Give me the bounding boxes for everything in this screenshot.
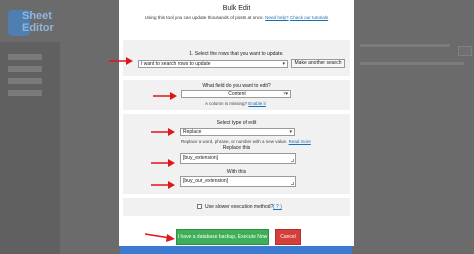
slower-method-help-link[interactable]: ( ? ) [273,204,282,210]
annotation-arrow-head [126,57,133,65]
edit-type-label: Select type of edit [216,120,257,126]
resize-grip-icon[interactable] [291,159,294,162]
annotation-arrow-shaft [144,233,171,239]
slower-method-checkbox[interactable] [197,204,202,209]
annotation-arrow-head [168,181,175,189]
tutorials-link[interactable]: Check our tutorials [290,15,328,20]
cancel-button[interactable]: Cancel [275,229,301,245]
annotation-arrow-head [170,92,177,100]
rows-section: 1. Select the rows that you want to upda… [123,40,350,76]
field-select[interactable]: Content ▾ [181,90,291,98]
slower-method-label: Use slower execution method? [205,204,274,210]
background-toolbar-line [360,44,450,47]
edit-type-hint-text: Replace a word, phrase, or number with a… [181,139,288,144]
background-footer-bar [120,246,352,254]
field-select-value: Content [228,91,246,97]
annotation-arrow-icon [151,159,175,167]
annotation-arrow-icon [151,181,175,189]
edit-type-select-value: Replace [183,129,202,135]
need-help-link[interactable]: Need help? [265,15,289,20]
rows-select-value: I want to search rows to update [141,61,211,67]
bulk-edit-modal: Bulk Edit Using this tool you can update… [119,0,354,246]
annotation-arrow-icon [153,92,177,100]
with-this-field[interactable]: [buy_our_extension] [180,176,296,187]
enable-column-link[interactable]: Enable it [248,101,266,106]
logo-wordmark-icon: Sheet Editor [22,10,54,34]
field-clear-icon[interactable]: × [283,91,286,97]
edit-type-select[interactable]: Replace ▾ [180,128,295,136]
annotation-arrow-head [168,159,175,167]
background-sidebar-item [8,90,42,96]
modal-subtitle: Using this tool you can update thousands… [119,15,354,20]
modal-title: Bulk Edit [222,5,251,12]
rows-select[interactable]: I want to search rows to update ▾ [138,60,288,68]
background-toolbar-line [360,62,464,65]
annotation-arrow-head [168,128,175,136]
annotation-arrow-icon [109,57,133,65]
annotation-arrow-head [166,234,175,242]
rows-section-label: 1. Select the rows that you want to upda… [189,51,284,57]
missing-column-hint: A column is missing? Enable it [205,101,266,106]
missing-column-text: A column is missing? [205,101,248,106]
slower-method-section: Use slower execution method? ( ? ) [123,198,350,216]
with-this-label: With this [226,169,247,175]
background-sidebar-item [8,66,42,72]
app-logo: Sheet Editor [8,6,64,40]
execute-now-button[interactable]: I have a database backup, Execute Now [176,229,269,245]
background-toolbar-button [458,46,472,56]
edit-type-hint: Replace a word, phrase, or number with a… [181,139,311,144]
chevron-down-icon: ▾ [289,129,292,135]
modal-subtitle-text: Using this tool you can update thousands… [144,15,264,20]
field-section-label: What field do you want to edit? [202,83,271,89]
replace-this-label: Replace this [222,145,251,151]
make-another-search-button[interactable]: Make another search [291,59,345,68]
replace-this-value: [buy_extension] [183,155,219,161]
replace-this-field[interactable]: [buy_extension] [180,153,296,164]
read-more-link[interactable]: Read more [289,139,311,144]
with-this-value: [buy_our_extension] [183,178,229,184]
chevron-down-icon: ▾ [282,61,285,67]
background-sidebar-item [8,78,42,84]
annotation-arrow-icon [151,128,175,136]
annotation-arrow-icon [144,233,175,242]
resize-grip-icon[interactable] [291,182,294,185]
background-sidebar [0,42,60,254]
background-sidebar-item [8,54,42,60]
help-icon[interactable]: ( ? ) [273,204,282,210]
